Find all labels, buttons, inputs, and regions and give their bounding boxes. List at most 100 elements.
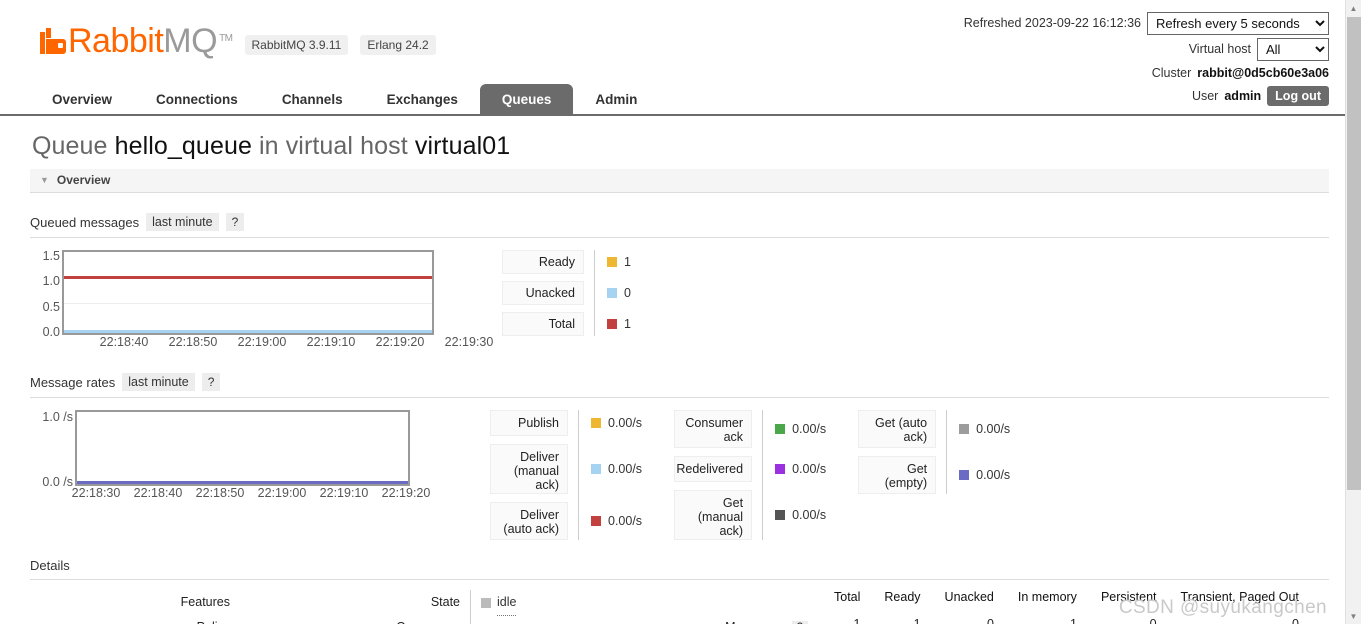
- tab-admin[interactable]: Admin: [573, 84, 659, 116]
- legend-value-get-manual-ack: 0.00/s: [775, 490, 826, 540]
- legend-value-text: 1: [624, 317, 631, 331]
- swatch-icon: [591, 418, 601, 428]
- swatch-icon: [607, 257, 617, 267]
- x-tick: 22:19:10: [306, 335, 356, 349]
- message-rates-help-icon[interactable]: ?: [201, 373, 221, 391]
- scrollbar-thumb[interactable]: [1347, 17, 1361, 490]
- legend-value-consumer-ack: 0.00/s: [775, 410, 826, 448]
- refresh-interval-select[interactable]: Refresh every 5 seconds: [1147, 11, 1329, 35]
- legend-item-publish[interactable]: Publish: [490, 410, 568, 436]
- tab-channels[interactable]: Channels: [260, 84, 365, 116]
- user-name: admin: [1224, 89, 1262, 103]
- legend-item-consumer-ack[interactable]: Consumer ack: [674, 410, 753, 448]
- col-total: Total: [834, 590, 861, 604]
- details-grid: Features Policy Operator policy State Co…: [30, 590, 1329, 624]
- cell-unacked: 0: [986, 616, 994, 624]
- tab-queues[interactable]: Queues: [479, 84, 574, 116]
- swatch-icon: [775, 464, 786, 474]
- queued-messages-chart-row: 1.5 1.0 0.5 0.0 22:18:40 22:18:50 22:19:…: [30, 249, 1329, 351]
- legend-item-deliver-auto-ack[interactable]: Deliver (auto ack): [490, 502, 568, 540]
- vertical-scrollbar[interactable]: ▲ ▼: [1345, 0, 1361, 624]
- legend-value-text: 0: [624, 286, 631, 300]
- legend-item-unacked[interactable]: Unacked: [502, 281, 584, 305]
- state-indicator-icon: [481, 598, 491, 608]
- swatch-icon: [591, 464, 601, 474]
- label-policy: Policy: [30, 615, 230, 624]
- cell-total: 1: [853, 616, 861, 624]
- x-tick: 22:18:50: [168, 335, 218, 349]
- legend-item-redelivered[interactable]: Redelivered: [674, 456, 753, 482]
- swatch-icon: [607, 288, 617, 298]
- vhost-row: Virtual host All: [964, 37, 1329, 61]
- message-rates-header: Message rates last minute ?: [30, 373, 1329, 398]
- overview-section-label: Overview: [56, 173, 111, 187]
- legend-value-redelivered: 0.00/s: [775, 456, 826, 482]
- logout-button[interactable]: Log out: [1267, 86, 1329, 106]
- cell-transient-paged-out: 0: [1291, 616, 1299, 624]
- legend-item-deliver-manual-ack[interactable]: Deliver (manual ack): [490, 444, 568, 494]
- details-messages-col: Messages ? Message body bytes ?: [568, 590, 808, 624]
- legend-value-text: 0.00/s: [608, 514, 643, 528]
- details-features-col: Features Policy Operator policy: [30, 590, 230, 624]
- legend-value-get-empty: 0.00/s: [959, 456, 1010, 494]
- rabbitmq-mark-icon: [40, 28, 66, 54]
- tab-overview[interactable]: Overview: [30, 84, 134, 116]
- page-title: Queue hello_queue in virtual host virtua…: [32, 132, 1329, 161]
- x-tick: 22:18:50: [195, 486, 245, 500]
- legend-value-text: 0.00/s: [976, 468, 1011, 482]
- vhost-select[interactable]: All: [1257, 37, 1329, 61]
- details-state-col: State Consumers: [230, 590, 460, 624]
- col-in-memory: In memory: [1017, 590, 1077, 604]
- label-state: State: [430, 595, 460, 609]
- x-tick: 22:18:40: [99, 335, 149, 349]
- queued-messages-period[interactable]: last minute: [146, 213, 219, 231]
- rates-x-axis: 22:18:30 22:18:40 22:18:50 22:19:00 22:1…: [44, 486, 448, 502]
- queued-y-axis: 1.5 1.0 0.5 0.0: [30, 249, 62, 339]
- x-tick: 22:18:40: [133, 486, 183, 500]
- logo-text-rabbit: Rabbit: [68, 22, 164, 60]
- message-rates-period[interactable]: last minute: [122, 373, 195, 391]
- legend-item-get-manual-ack[interactable]: Get (manual ack): [674, 490, 753, 540]
- y-tick: 1.0 /s: [42, 410, 73, 424]
- legend-value-deliver-manual-ack: 0.00/s: [591, 444, 642, 494]
- tab-exchanges[interactable]: Exchanges: [365, 84, 480, 116]
- user-label: User: [1191, 89, 1219, 103]
- brand-logo[interactable]: Rabbit MQ TM RabbitMQ 3.9.11 Erlang 24.2: [40, 22, 436, 60]
- legend-column-2: Consumer ack Redelivered Get (manual ack…: [674, 410, 826, 540]
- legend-item-get-auto-ack[interactable]: Get (auto ack): [858, 410, 937, 448]
- x-tick: 22:19:00: [237, 335, 287, 349]
- legend-item-ready[interactable]: Ready: [502, 250, 584, 274]
- refresh-row: Refreshed 2023-09-22 16:12:36 Refresh ev…: [964, 11, 1329, 35]
- overview-section-header[interactable]: ▼ Overview: [30, 169, 1329, 193]
- cell-in-memory: 1: [1069, 616, 1077, 624]
- legend-column-1: Publish Deliver (manual ack) Deliver (au…: [490, 410, 642, 540]
- queued-messages-legend: Ready Unacked Total 1 0 1: [502, 250, 631, 336]
- legend-value-publish: 0.00/s: [591, 410, 642, 436]
- legend-item-total[interactable]: Total: [502, 312, 584, 336]
- swatch-icon: [775, 424, 786, 434]
- legend-value-text: 0.00/s: [792, 462, 827, 476]
- legend-item-get-empty[interactable]: Get (empty): [858, 456, 937, 494]
- scroll-down-icon[interactable]: ▼: [1346, 608, 1361, 624]
- scroll-up-icon[interactable]: ▲: [1346, 0, 1361, 16]
- tab-connections[interactable]: Connections: [134, 84, 260, 116]
- rates-y-axis: 1.0 /s 0.0 /s: [30, 410, 75, 489]
- label-consumers: Consumers: [230, 615, 460, 624]
- queued-messages-help-icon[interactable]: ?: [225, 213, 245, 231]
- cell-ready: 1: [913, 616, 921, 624]
- consumers-value: 0: [481, 617, 568, 624]
- gridline: [64, 303, 432, 304]
- chevron-down-icon: ▼: [40, 175, 49, 185]
- legend-values: 1 0 1: [594, 250, 631, 336]
- vhost-label: Virtual host: [1188, 42, 1251, 56]
- x-tick: 22:19:10: [319, 486, 369, 500]
- col-persistent: Persistent: [1100, 590, 1157, 604]
- legend-labels: Consumer ack Redelivered Get (manual ack…: [674, 410, 753, 540]
- cluster-label: Cluster: [1151, 66, 1192, 80]
- details-state-value-list: idle 0: [470, 590, 568, 624]
- message-rates-legend: Publish Deliver (manual ack) Deliver (au…: [490, 410, 1010, 540]
- y-tick: 1.5: [42, 249, 60, 263]
- message-rates-chart-row: 1.0 /s 0.0 /s 22:18:30 22:18:40 22:18:50…: [30, 410, 1329, 540]
- swatch-icon: [775, 510, 786, 520]
- page-title-prefix: Queue: [32, 132, 108, 160]
